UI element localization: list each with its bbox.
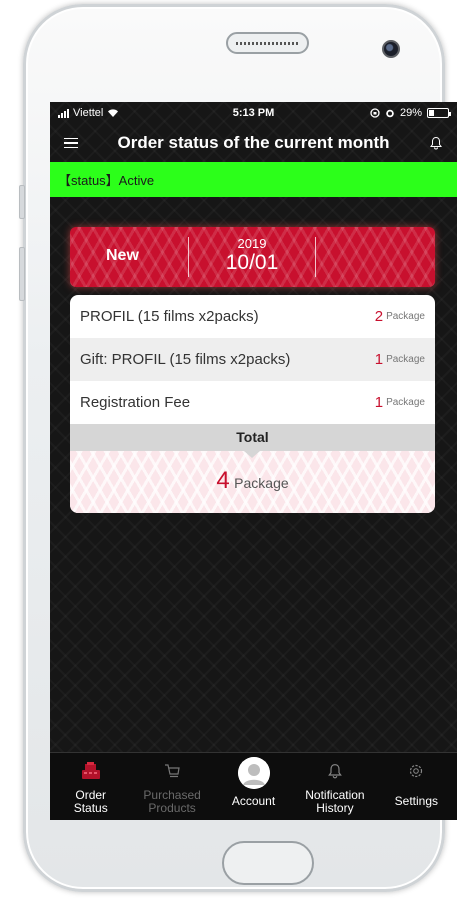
register-icon [81,762,100,779]
cart-icon [165,764,180,778]
total-header: Total [70,424,435,451]
bottom-tab-bar: Order Status Purchased Products Account … [50,752,457,820]
tab-label: Status [73,801,108,815]
status-bar: Viettel 5:13 PM 29% [50,102,457,124]
item-unit: Package [386,311,425,322]
page-title: Order status of the current month [117,133,390,152]
total-quantity: 4 [216,467,230,494]
speaker-grille [226,32,309,54]
total-unit: Package [234,475,289,491]
tab-label: Settings [394,794,438,808]
item-unit: Package [386,354,425,365]
tab-order-status[interactable]: Order Status [50,753,131,820]
item-unit: Package [386,397,425,408]
status-text: 【status】Active [58,173,155,188]
nav-bar: Order status of the current month [50,124,457,162]
divider [315,237,316,277]
item-quantity: 2 [374,308,384,325]
front-camera [382,40,400,58]
home-button[interactable] [222,841,314,885]
tab-label: Products [148,801,196,815]
order-items-table: PROFIL (15 films x2packs) 2 Package Gift… [70,295,435,513]
tab-purchased-products[interactable]: Purchased Products [131,753,212,820]
order-date: 10/01 [225,251,279,274]
tab-settings[interactable]: Settings [376,753,457,820]
order-date-banner[interactable]: New 2019 10/01 [70,227,435,287]
battery-icon [427,108,451,118]
bell-icon [328,764,342,779]
tab-account[interactable]: Account [213,753,294,820]
order-year: 2019 [237,236,267,251]
side-button [19,185,25,219]
avatar-icon [237,757,270,789]
total-value: 4 Package [70,451,435,513]
tab-notification-history[interactable]: Notification History [294,753,375,820]
divider [188,237,189,277]
total-pointer [244,451,260,458]
tab-label: History [316,801,354,815]
app-screen: Viettel 5:13 PM 29% Order status of the … [50,102,457,820]
order-state-label: New [106,247,139,264]
item-name: Registration Fee [80,394,191,411]
bell-icon[interactable] [429,136,443,150]
table-row: Registration Fee 1 Package [70,381,435,424]
gear-icon [410,764,423,778]
clock: 5:13 PM [232,107,275,119]
tab-label: Account [231,794,276,808]
item-quantity: 1 [374,394,384,411]
side-button [19,247,25,301]
status-badge: 【status】Active [50,162,457,197]
item-quantity: 1 [374,351,384,368]
item-name: Gift: PROFIL (15 films x2packs) [80,351,291,368]
item-name: PROFIL (15 films x2packs) [80,308,259,325]
table-row: PROFIL (15 films x2packs) 2 Package [70,295,435,338]
table-row: Gift: PROFIL (15 films x2packs) 1 Packag… [70,338,435,381]
